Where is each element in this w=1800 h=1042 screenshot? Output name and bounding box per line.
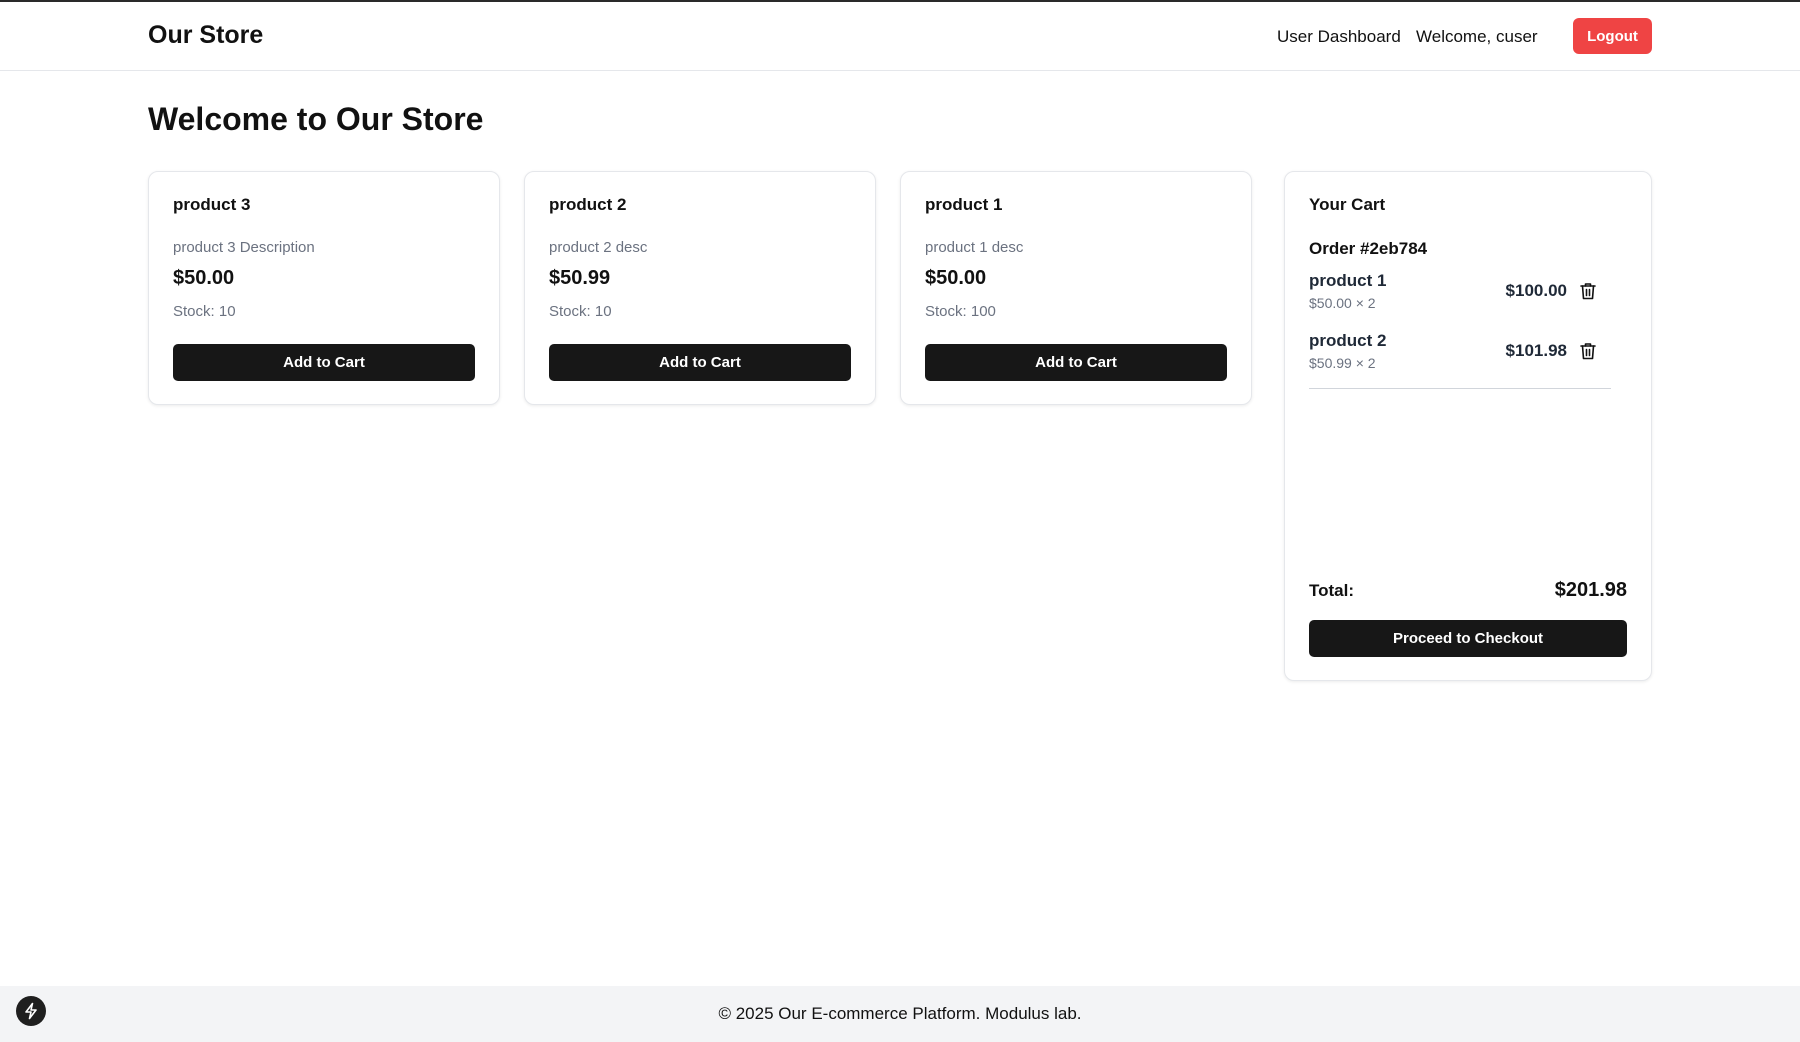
product-price: $50.99 [549,267,611,289]
product-stock: Stock: 10 [173,303,236,320]
product-card: product 3 product 3 Description $50.00 S… [148,171,500,405]
page-title: Welcome to Our Store [148,101,484,137]
cart-panel: Your Cart Order #2eb784 product 1 $50.00… [1284,171,1652,681]
product-card: product 2 product 2 desc $50.99 Stock: 1… [524,171,876,405]
product-price: $50.00 [173,267,235,289]
cart-item: product 1 $50.00 × 2 $100.00 [1309,271,1611,315]
cart-item-total: $101.98 [1505,341,1567,360]
trash-icon[interactable] [1579,281,1597,301]
cart-title: Your Cart [1309,195,1386,214]
cart-divider [1309,388,1611,389]
site-header: Our Store User Dashboard Welcome, cuser … [0,2,1800,71]
add-to-cart-button[interactable]: Add to Cart [925,344,1227,381]
cart-item-quantity: $50.99 × 2 [1309,355,1376,371]
trash-icon[interactable] [1579,341,1597,361]
product-name: product 1 [925,195,1003,214]
site-footer: © 2025 Our E-commerce Platform. Modulus … [0,986,1800,1042]
product-description: product 2 desc [549,239,648,256]
add-to-cart-button[interactable]: Add to Cart [549,344,851,381]
cart-item-total: $100.00 [1505,281,1567,300]
add-to-cart-button[interactable]: Add to Cart [173,344,475,381]
product-card: product 1 product 1 desc $50.00 Stock: 1… [900,171,1252,405]
product-description: product 1 desc [925,239,1024,256]
brand-logo[interactable]: Our Store [148,21,263,50]
product-stock: Stock: 100 [925,303,996,320]
cart-item-name: product 1 [1309,271,1387,290]
total-label: Total: [1309,581,1355,600]
product-description: product 3 Description [173,239,315,256]
user-dashboard-link[interactable]: User Dashboard [1277,27,1401,47]
footer-copyright: © 2025 Our E-commerce Platform. Modulus … [718,1004,1082,1023]
logout-button[interactable]: Logout [1573,18,1652,54]
proceed-to-checkout-button[interactable]: Proceed to Checkout [1309,620,1627,657]
product-stock: Stock: 10 [549,303,612,320]
cart-item: product 2 $50.99 × 2 $101.98 [1309,331,1611,375]
cart-item-name: product 2 [1309,331,1387,350]
welcome-text: Welcome, cuser [1416,27,1538,46]
product-name: product 3 [173,195,251,214]
product-price: $50.00 [925,267,987,289]
total-value: $201.98 [1554,579,1627,601]
product-name: product 2 [549,195,627,214]
cart-item-quantity: $50.00 × 2 [1309,295,1376,311]
order-id: Order #2eb784 [1309,239,1428,258]
